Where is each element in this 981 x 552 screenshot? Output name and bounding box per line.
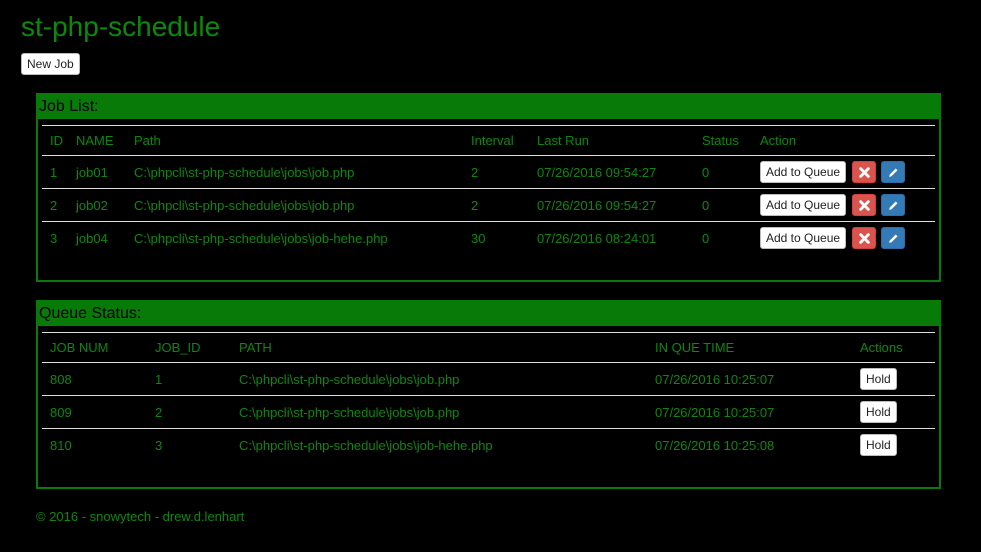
job-name: job04: [76, 230, 108, 246]
queue-time: 07/26/2016 10:25:08: [655, 437, 775, 453]
job-last-run: 07/26/2016 08:24:01: [537, 230, 657, 246]
col-header-last-run: Last Run: [529, 125, 694, 156]
table-row: 809 2 C:\phpcli\st-php-schedule\jobs\job…: [42, 395, 935, 429]
job-actions: Add to Queue: [752, 188, 935, 222]
hold-button[interactable]: Hold: [860, 434, 897, 456]
pencil-icon: [889, 234, 898, 244]
queue-actions: Hold: [852, 429, 935, 462]
queue-job-num: 810: [50, 437, 72, 453]
page-title: st-php-schedule: [21, 11, 221, 42]
job-name: job01: [68, 155, 126, 189]
job-status: 0: [694, 188, 752, 222]
table-row: 810 3 C:\phpcli\st-php-schedule\jobs\job…: [42, 429, 935, 462]
queue-table: JOB NUM JOB_ID PATH IN QUE TIME Actions …: [42, 332, 935, 461]
table-row: 808 1 C:\phpcli\st-php-schedule\jobs\job…: [42, 362, 935, 396]
job-id: 2: [42, 188, 68, 222]
queue-actions: Hold: [852, 362, 935, 396]
col-header-id: ID: [42, 125, 68, 156]
col-header-job-id: JOB_ID: [147, 332, 231, 363]
edit-job-button[interactable]: [881, 161, 906, 184]
job-path: C:\phpcli\st-php-schedule\jobs\job.php: [126, 188, 463, 222]
col-header-queue-path: PATH: [231, 332, 647, 363]
col-header-path: Path: [126, 125, 463, 156]
delete-job-button[interactable]: [851, 161, 876, 184]
job-path: C:\phpcli\st-php-schedule\jobs\job-hehe.…: [134, 230, 388, 246]
job-id: 3: [50, 230, 58, 246]
job-list-panel: Job List: ID NAME Path Interval Last Run…: [36, 93, 941, 282]
queue-header-row: JOB NUM JOB_ID PATH IN QUE TIME Actions: [42, 332, 935, 363]
job-status: 0: [702, 230, 710, 246]
queue-path: C:\phpcli\st-php-schedule\jobs\job.php: [231, 395, 647, 429]
queue-job-id: 3: [155, 437, 163, 453]
job-actions: Add to Queue: [752, 155, 935, 189]
add-to-queue-button[interactable]: Add to Queue: [760, 193, 847, 216]
table-row: 1 job01 C:\phpcli\st-php-schedule\jobs\j…: [42, 155, 935, 189]
queue-job-num: 809: [42, 395, 147, 429]
queue-time: 07/26/2016 10:25:07: [647, 395, 852, 429]
edit-job-button[interactable]: [881, 227, 906, 250]
job-interval: 2: [463, 155, 529, 189]
job-id: 1: [42, 155, 68, 189]
job-interval: 2: [463, 188, 529, 222]
col-header-action: Action: [752, 125, 935, 156]
hold-button[interactable]: Hold: [860, 368, 897, 390]
queue-status-panel: Queue Status: JOB NUM JOB_ID PATH IN QUE…: [36, 300, 941, 489]
job-path: C:\phpcli\st-php-schedule\jobs\job.php: [126, 155, 463, 189]
col-header-actions: Actions: [852, 332, 935, 363]
table-row: 2 job02 C:\phpcli\st-php-schedule\jobs\j…: [42, 188, 935, 222]
remove-icon: [858, 233, 870, 245]
queue-time: 07/26/2016 10:25:07: [647, 362, 852, 396]
job-interval: 30: [471, 230, 486, 246]
col-header-job-num: JOB NUM: [42, 332, 147, 363]
delete-job-button[interactable]: [851, 227, 876, 250]
footer-text: © 2016 - snowytech - drew.d.lenhart: [36, 509, 245, 524]
job-status: 0: [694, 155, 752, 189]
job-list-heading: Job List:: [38, 95, 939, 119]
queue-path: C:\phpcli\st-php-schedule\jobs\job.php: [231, 362, 647, 396]
queue-actions: Hold: [852, 395, 935, 429]
job-list-table: ID NAME Path Interval Last Run Status Ac…: [42, 125, 935, 254]
job-actions: Add to Queue: [752, 222, 935, 255]
new-job-button[interactable]: New Job: [21, 53, 80, 75]
table-row: 3 job04 C:\phpcli\st-php-schedule\jobs\j…: [42, 222, 935, 255]
job-last-run: 07/26/2016 09:54:27: [529, 155, 694, 189]
job-list-header-row: ID NAME Path Interval Last Run Status Ac…: [42, 125, 935, 156]
queue-status-heading: Queue Status:: [38, 302, 939, 326]
delete-job-button[interactable]: [851, 194, 876, 217]
remove-icon: [858, 200, 870, 212]
col-header-name: NAME: [68, 125, 126, 156]
pencil-icon: [889, 168, 898, 178]
queue-job-id: 2: [147, 395, 231, 429]
queue-path: C:\phpcli\st-php-schedule\jobs\job-hehe.…: [239, 437, 493, 453]
col-header-interval: Interval: [463, 125, 529, 156]
queue-job-id: 1: [147, 362, 231, 396]
queue-job-num: 808: [42, 362, 147, 396]
remove-icon: [858, 167, 870, 179]
hold-button[interactable]: Hold: [860, 401, 897, 423]
col-header-in-que-time: IN QUE TIME: [647, 332, 852, 363]
col-header-status: Status: [694, 125, 752, 156]
job-last-run: 07/26/2016 09:54:27: [529, 188, 694, 222]
add-to-queue-button[interactable]: Add to Queue: [760, 160, 847, 183]
edit-job-button[interactable]: [881, 194, 906, 217]
add-to-queue-button[interactable]: Add to Queue: [760, 226, 847, 249]
job-name: job02: [68, 188, 126, 222]
pencil-icon: [889, 201, 898, 211]
